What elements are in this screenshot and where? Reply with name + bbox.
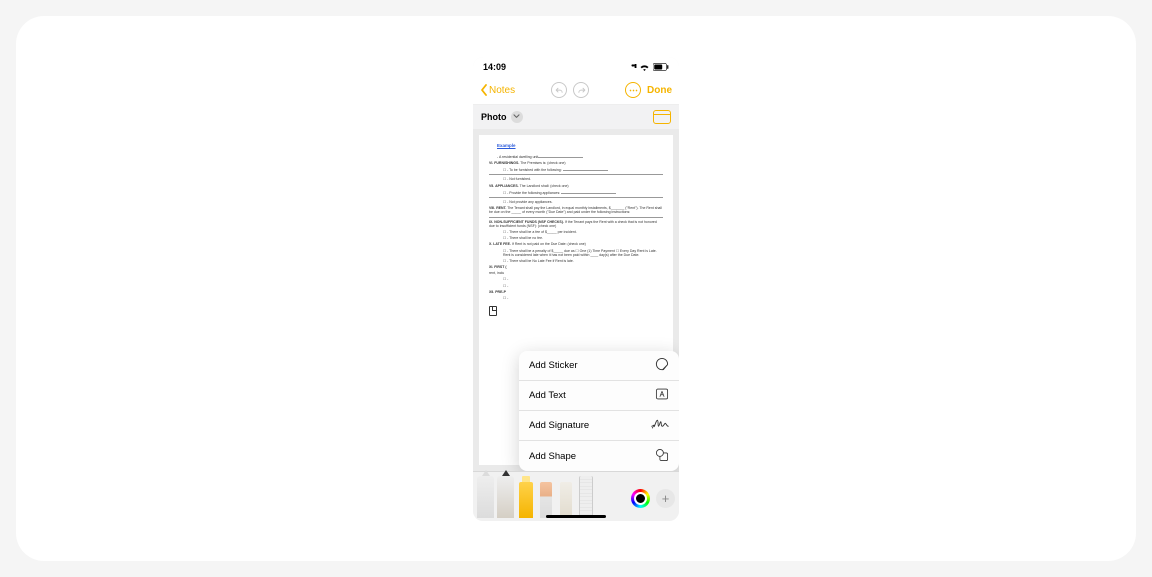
back-button[interactable]: Notes xyxy=(480,84,515,96)
redo-icon xyxy=(577,86,586,95)
nav-center xyxy=(551,82,589,98)
status-indicators: ••ıı xyxy=(631,63,669,71)
battery-icon xyxy=(653,63,669,71)
redo-button[interactable] xyxy=(573,82,589,98)
nav-bar: Notes Done xyxy=(473,77,679,105)
home-indicator xyxy=(546,515,606,518)
attachment-file-icon xyxy=(489,306,497,316)
chevron-left-icon xyxy=(480,84,488,96)
add-sticker-item[interactable]: Add Sticker xyxy=(519,351,679,381)
done-button[interactable]: Done xyxy=(647,85,672,96)
wifi-icon xyxy=(639,63,650,71)
pen-tool[interactable] xyxy=(477,476,494,518)
status-bar: 14:09 ••ıı xyxy=(473,57,679,77)
add-menu: Add Sticker Add Text Add Signature xyxy=(519,351,679,471)
menu-label: Add Signature xyxy=(529,420,589,431)
status-time: 14:09 xyxy=(483,62,506,72)
nav-right: Done xyxy=(625,82,672,98)
sticker-icon xyxy=(655,357,669,374)
shape-icon xyxy=(655,448,669,465)
color-picker[interactable] xyxy=(631,489,650,508)
signal-icon: ••ıı xyxy=(631,63,636,70)
ellipsis-icon xyxy=(629,89,638,92)
doc-example-link: Example xyxy=(497,143,516,148)
undo-icon xyxy=(555,86,564,95)
ruler-tool[interactable] xyxy=(577,476,594,518)
outer-frame: 14:09 ••ıı Notes xyxy=(16,16,1136,561)
menu-label: Add Shape xyxy=(529,451,576,462)
pencil-tool[interactable] xyxy=(497,476,514,518)
markup-toolbar-icon[interactable] xyxy=(653,110,671,124)
photo-label: Photo xyxy=(481,112,507,122)
more-button[interactable] xyxy=(625,82,641,98)
crayon-tool[interactable] xyxy=(557,476,574,518)
chevron-down-icon xyxy=(511,111,523,123)
menu-label: Add Sticker xyxy=(529,360,578,371)
phone-screen: 14:09 ••ıı Notes xyxy=(473,57,679,521)
add-button[interactable]: + xyxy=(656,489,675,508)
sub-bar: Photo xyxy=(473,105,679,129)
photo-dropdown[interactable]: Photo xyxy=(481,111,523,123)
signature-icon xyxy=(651,418,669,433)
document-area[interactable]: Example - A residential dwelling unit VI… xyxy=(473,129,679,471)
add-signature-item[interactable]: Add Signature xyxy=(519,411,679,441)
undo-button[interactable] xyxy=(551,82,567,98)
back-label: Notes xyxy=(489,85,515,96)
add-text-item[interactable]: Add Text xyxy=(519,381,679,411)
add-shape-item[interactable]: Add Shape xyxy=(519,441,679,471)
text-icon xyxy=(655,387,669,404)
eraser-tool[interactable] xyxy=(537,476,554,518)
menu-label: Add Text xyxy=(529,390,566,401)
highlighter-tool[interactable] xyxy=(517,476,534,518)
markup-toolbar: + xyxy=(473,471,679,521)
